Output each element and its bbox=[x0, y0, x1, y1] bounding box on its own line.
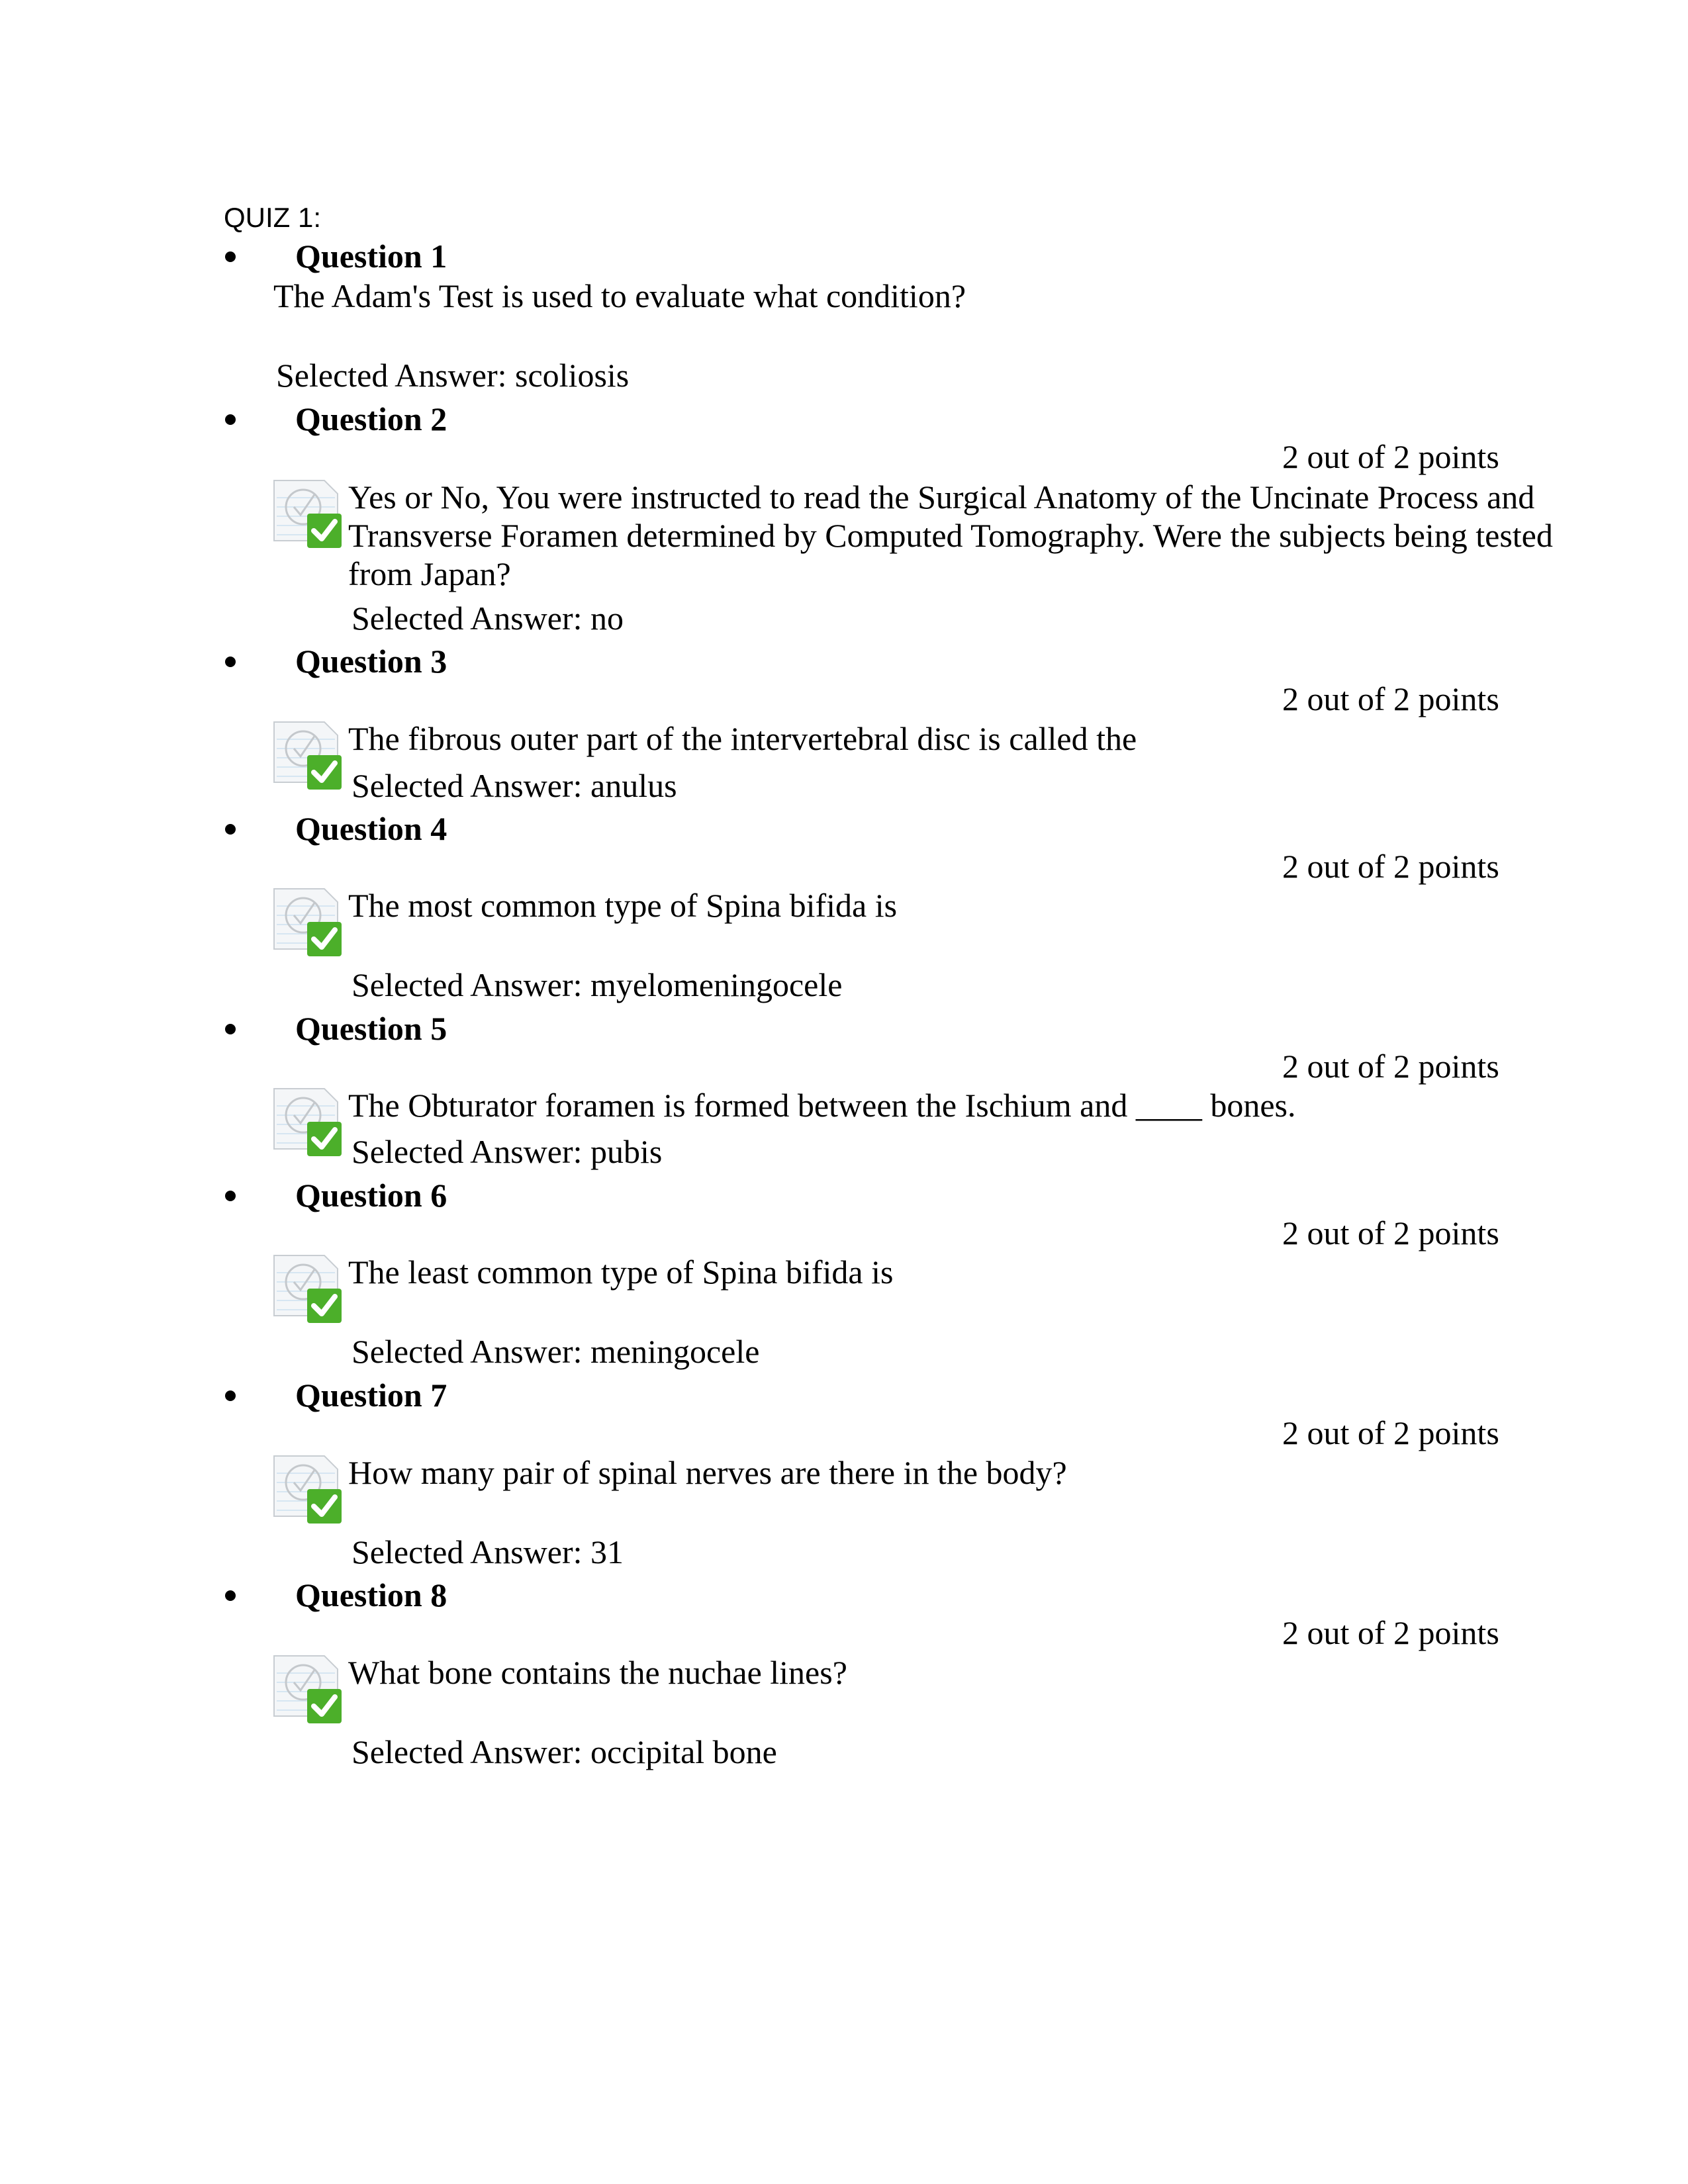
question-text: How many pair of spinal nerves are there… bbox=[348, 1454, 1067, 1491]
question-heading: Question 6 bbox=[295, 1177, 447, 1214]
bullet-icon bbox=[225, 824, 236, 835]
bullet-icon bbox=[225, 414, 236, 425]
correct-answer-icon bbox=[273, 480, 342, 548]
points-score: 2 out of 2 points bbox=[1282, 680, 1499, 717]
question-heading: Question 4 bbox=[295, 810, 447, 847]
question-text: The Obturator foramen is formed between … bbox=[348, 1087, 1296, 1124]
question-text: The fibrous outer part of the interverte… bbox=[348, 720, 1137, 757]
correct-answer-icon bbox=[273, 1655, 342, 1723]
selected-answer: Selected Answer: anulus bbox=[352, 767, 677, 804]
question-text: The Adam's Test is used to evaluate what… bbox=[273, 277, 966, 314]
bullet-icon bbox=[225, 657, 236, 667]
question-text: What bone contains the nuchae lines? bbox=[348, 1654, 847, 1691]
quiz-title: QUIZ 1: bbox=[224, 202, 322, 233]
bullet-icon bbox=[225, 1191, 236, 1201]
question-heading: Question 8 bbox=[295, 1576, 447, 1614]
question-heading: Question 5 bbox=[295, 1010, 447, 1047]
selected-answer: Selected Answer: occipital bone bbox=[352, 1733, 777, 1770]
question-heading: Question 3 bbox=[295, 643, 447, 680]
points-score: 2 out of 2 points bbox=[1282, 1414, 1499, 1451]
selected-answer: Selected Answer: scoliosis bbox=[276, 357, 630, 394]
bullet-icon bbox=[225, 1590, 236, 1601]
question-text: The most common type of Spina bifida is bbox=[348, 887, 898, 924]
question-text: The least common type of Spina bifida is bbox=[348, 1253, 894, 1291]
question-heading: Question 7 bbox=[295, 1377, 447, 1414]
correct-answer-icon bbox=[273, 888, 342, 956]
question-heading: Question 1 bbox=[295, 238, 447, 275]
selected-answer: Selected Answer: pubis bbox=[352, 1133, 663, 1170]
bullet-icon bbox=[225, 1390, 236, 1401]
selected-answer: Selected Answer: no bbox=[352, 600, 624, 637]
document-page: QUIZ 1: Question 1 The Adam's Test is us… bbox=[0, 0, 1688, 2184]
correct-answer-icon bbox=[273, 1455, 342, 1524]
points-score: 2 out of 2 points bbox=[1282, 848, 1499, 885]
points-score: 2 out of 2 points bbox=[1282, 1214, 1499, 1251]
selected-answer: Selected Answer: 31 bbox=[352, 1533, 624, 1570]
selected-answer: Selected Answer: meningocele bbox=[352, 1333, 760, 1370]
points-score: 2 out of 2 points bbox=[1282, 1048, 1499, 1085]
points-score: 2 out of 2 points bbox=[1282, 438, 1499, 475]
points-score: 2 out of 2 points bbox=[1282, 1614, 1499, 1651]
question-heading: Question 2 bbox=[295, 400, 447, 437]
correct-answer-icon bbox=[273, 1088, 342, 1156]
question-text: Yes or No, You were instructed to read t… bbox=[348, 478, 1553, 592]
bullet-icon bbox=[225, 1024, 236, 1034]
correct-answer-icon bbox=[273, 1255, 342, 1323]
correct-answer-icon bbox=[273, 721, 342, 790]
selected-answer: Selected Answer: myelomeningocele bbox=[352, 966, 843, 1003]
bullet-icon bbox=[225, 251, 236, 262]
